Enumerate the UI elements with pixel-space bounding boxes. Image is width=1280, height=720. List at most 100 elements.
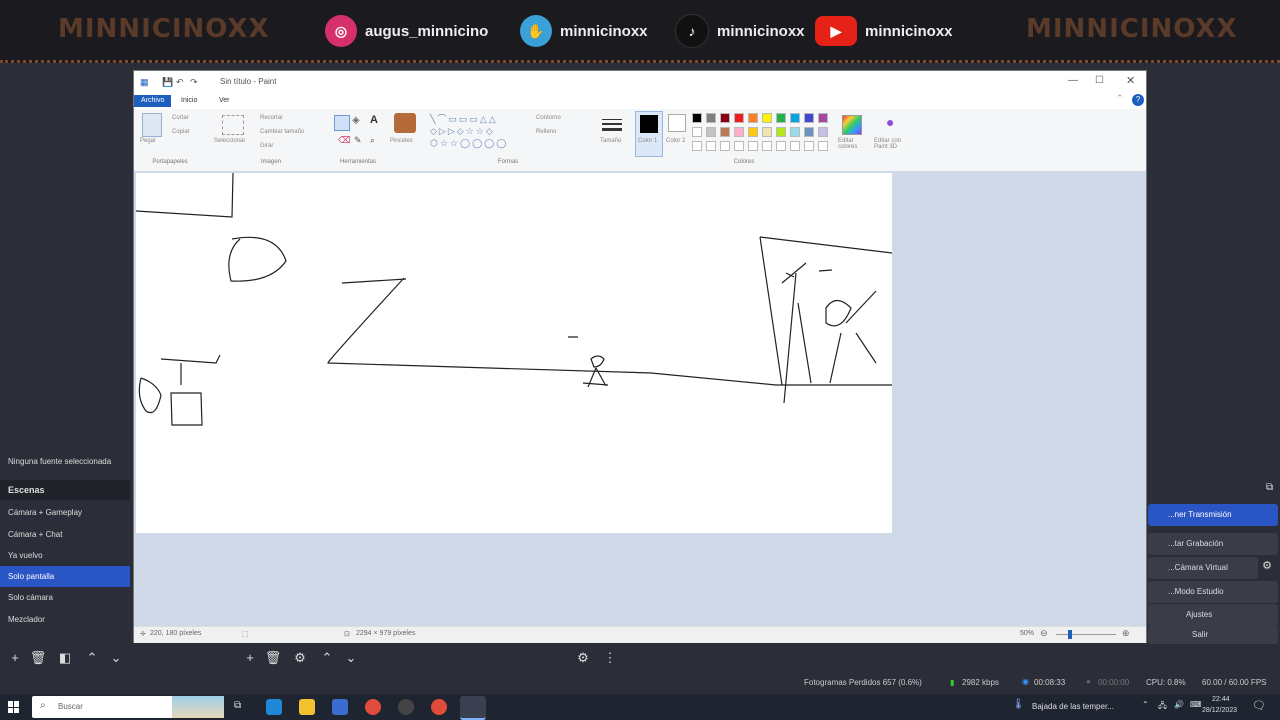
select-label[interactable]: Seleccionar bbox=[214, 138, 245, 144]
shapes-gallery[interactable]: ╲⌒▭▭▭△△ ◇▷▷◇☆☆◇ ⬡☆☆◯◯◯◯ bbox=[430, 113, 526, 153]
close-icon[interactable]: ✕ bbox=[1126, 74, 1135, 87]
palette-swatch[interactable] bbox=[692, 127, 702, 137]
network-icon[interactable]: 🖧 bbox=[1158, 700, 1167, 714]
mixer-menu-icon[interactable]: ⋮ bbox=[601, 649, 619, 667]
paste-icon[interactable] bbox=[142, 113, 162, 137]
paste-label[interactable]: Pegar bbox=[140, 138, 156, 144]
palette-swatch[interactable] bbox=[706, 127, 716, 137]
zoom-out-icon[interactable]: ⊖ bbox=[1040, 628, 1048, 639]
palette-swatch[interactable] bbox=[818, 113, 828, 123]
color1-button[interactable] bbox=[635, 111, 663, 157]
palette-swatch[interactable] bbox=[776, 127, 786, 137]
fill-icon[interactable]: ◈ bbox=[352, 115, 360, 126]
scene-filters-icon[interactable]: ◧ bbox=[56, 649, 74, 667]
mixer-settings-icon[interactable]: ⚙ bbox=[574, 649, 592, 667]
move-down-icon[interactable]: ⌄ bbox=[107, 649, 125, 667]
notifications-icon[interactable]: 🗨 bbox=[1252, 699, 1266, 712]
clock-time[interactable]: 22:44 bbox=[1212, 696, 1230, 703]
paint3d-label[interactable]: Editar con Paint 3D bbox=[874, 138, 910, 150]
palette-empty-swatch[interactable] bbox=[790, 141, 800, 151]
scene-item[interactable]: Ya vuelvo bbox=[0, 545, 130, 566]
color-picker-icon[interactable]: ✎ bbox=[354, 135, 362, 146]
start-stream-button[interactable]: ...ner Transmisión bbox=[1148, 504, 1278, 526]
select-icon[interactable] bbox=[222, 115, 244, 135]
palette-swatch[interactable] bbox=[818, 127, 828, 137]
drawing-canvas[interactable] bbox=[136, 173, 892, 533]
copy-label[interactable]: Copiar bbox=[172, 129, 190, 135]
edit-colors-icon[interactable] bbox=[842, 115, 862, 135]
text-icon[interactable]: A bbox=[370, 114, 378, 126]
fill-label[interactable]: Relleno bbox=[536, 129, 556, 135]
palette-swatch[interactable] bbox=[720, 113, 730, 123]
studio-mode-button[interactable]: ...Modo Estudio bbox=[1148, 581, 1278, 603]
palette-swatch[interactable] bbox=[734, 113, 744, 123]
search-box[interactable]: ⌕ Buscar bbox=[32, 696, 224, 718]
palette-swatch[interactable] bbox=[748, 113, 758, 123]
palette-swatch[interactable] bbox=[692, 113, 702, 123]
add-source-icon[interactable]: + bbox=[241, 649, 259, 667]
palette-swatch[interactable] bbox=[776, 113, 786, 123]
redo-icon[interactable]: ↷ bbox=[190, 77, 198, 88]
help-icon[interactable]: ? bbox=[1132, 94, 1144, 106]
palette-swatch[interactable] bbox=[706, 113, 716, 123]
palette-swatch[interactable] bbox=[720, 127, 730, 137]
rotate-label[interactable]: Girar bbox=[260, 143, 273, 149]
palette-swatch[interactable] bbox=[762, 113, 772, 123]
dock-float-icon[interactable]: ⧉ bbox=[1266, 482, 1273, 493]
brushes-icon[interactable] bbox=[394, 113, 416, 133]
palette-swatch[interactable] bbox=[790, 113, 800, 123]
clock-date[interactable]: 28/12/2023 bbox=[1202, 707, 1237, 714]
exit-button[interactable]: Salir bbox=[1148, 626, 1278, 644]
pencil-icon[interactable] bbox=[334, 115, 350, 131]
color2-label[interactable]: Color 2 bbox=[666, 138, 685, 144]
palette-swatch[interactable] bbox=[804, 127, 814, 137]
add-scene-icon[interactable]: + bbox=[6, 649, 24, 667]
minimize-icon[interactable]: — bbox=[1068, 75, 1078, 86]
palette-empty-swatch[interactable] bbox=[734, 141, 744, 151]
move-up-icon[interactable]: ⌃ bbox=[83, 649, 101, 667]
paint-taskbar-icon[interactable] bbox=[460, 696, 486, 720]
scene-item[interactable]: Cámara + Gameplay bbox=[0, 502, 130, 523]
tray-chevron-icon[interactable]: ⌃ bbox=[1142, 700, 1149, 709]
size-icon[interactable] bbox=[602, 115, 622, 135]
eraser-icon[interactable]: ⌫ bbox=[338, 135, 351, 146]
crop-label[interactable]: Recortar bbox=[260, 115, 283, 121]
palette-empty-swatch[interactable] bbox=[804, 141, 814, 151]
settings-button[interactable]: Ajustes bbox=[1148, 604, 1278, 626]
size-label[interactable]: Tamaño bbox=[600, 138, 621, 144]
volume-icon[interactable]: 🔊 bbox=[1174, 700, 1184, 709]
palette-swatch[interactable] bbox=[762, 127, 772, 137]
start-recording-button[interactable]: ...tar Grabación bbox=[1148, 533, 1278, 555]
mail-icon[interactable] bbox=[266, 699, 282, 715]
palette-swatch[interactable] bbox=[748, 127, 758, 137]
palette-swatch[interactable] bbox=[790, 127, 800, 137]
virtual-camera-settings-icon[interactable]: ⚙ bbox=[1258, 559, 1276, 577]
tab-view[interactable]: Ver bbox=[212, 95, 237, 107]
obs-icon[interactable] bbox=[398, 699, 414, 715]
virtual-camera-button[interactable]: ...Cámara Virtual bbox=[1148, 557, 1258, 579]
collapse-ribbon-icon[interactable]: ⌃ bbox=[1116, 93, 1124, 104]
undo-icon[interactable]: ↶ bbox=[176, 77, 184, 88]
scene-item[interactable]: Mezclador bbox=[0, 609, 130, 630]
remove-source-icon[interactable]: 🗑 bbox=[264, 649, 282, 667]
resize-label[interactable]: Cambiar tamaño bbox=[260, 129, 304, 135]
source-settings-icon[interactable]: ⚙ bbox=[291, 649, 309, 667]
palette-swatch[interactable] bbox=[804, 113, 814, 123]
source-up-icon[interactable]: ⌃ bbox=[318, 649, 336, 667]
color2-swatch[interactable] bbox=[668, 114, 686, 132]
palette-empty-swatch[interactable] bbox=[692, 141, 702, 151]
chrome-2-icon[interactable] bbox=[431, 699, 447, 715]
scene-item[interactable]: Solo cámara bbox=[0, 587, 130, 608]
palette-swatch[interactable] bbox=[734, 127, 744, 137]
paint3d-icon[interactable]: ● bbox=[886, 114, 894, 130]
tab-home[interactable]: Inicio bbox=[174, 95, 204, 107]
store-icon[interactable] bbox=[332, 699, 348, 715]
scene-item-selected[interactable]: Solo pantalla bbox=[0, 566, 130, 587]
palette-empty-swatch[interactable] bbox=[762, 141, 772, 151]
language-icon[interactable]: ⌨ bbox=[1190, 700, 1202, 709]
outline-label[interactable]: Contorno bbox=[536, 115, 561, 121]
file-explorer-icon[interactable] bbox=[299, 699, 315, 715]
palette-empty-swatch[interactable] bbox=[706, 141, 716, 151]
palette-empty-swatch[interactable] bbox=[776, 141, 786, 151]
zoom-in-icon[interactable]: ⊕ bbox=[1122, 628, 1130, 639]
